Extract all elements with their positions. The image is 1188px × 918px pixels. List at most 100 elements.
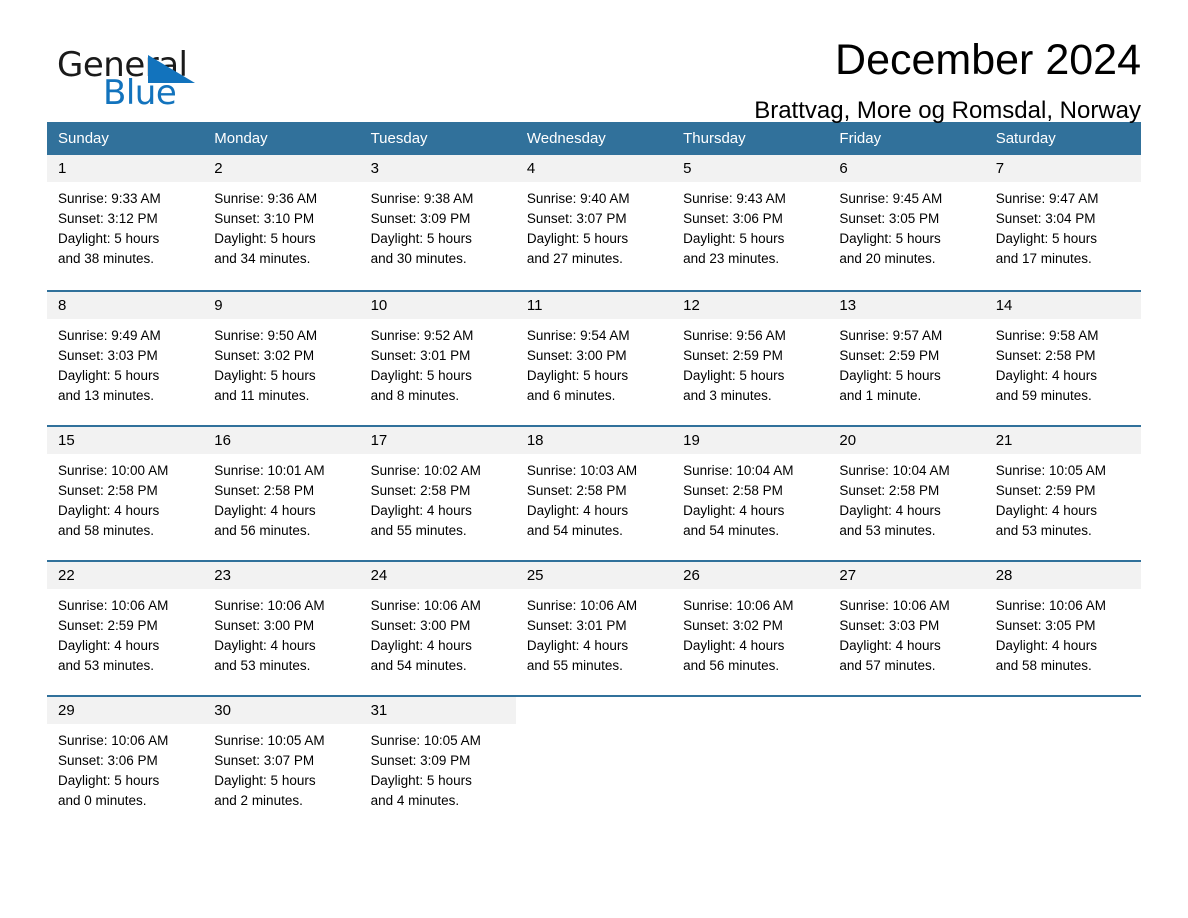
day-number: 1 <box>47 155 204 182</box>
day-number: 3 <box>359 155 516 182</box>
day-details: Sunrise: 9:57 AM Sunset: 2:59 PM Dayligh… <box>828 319 984 406</box>
weekday-header-friday: Friday <box>839 130 882 147</box>
daylight-text-line2: and 11 minutes. <box>214 388 310 403</box>
sunrise-text: Sunrise: 9:40 AM <box>526 191 630 206</box>
day-cell[interactable]: 26 Sunrise: 10:06 AM Sunset: 3:02 PM Day… <box>672 562 829 695</box>
day-cell[interactable]: 27 Sunrise: 10:06 AM Sunset: 3:03 PM Day… <box>828 562 985 695</box>
day-cell[interactable]: 24 Sunrise: 10:06 AM Sunset: 3:00 PM Day… <box>359 562 516 695</box>
sunset-text: Sunset: 2:58 PM <box>995 348 1096 363</box>
sunset-text: Sunset: 2:58 PM <box>526 483 627 498</box>
sunrise-text: Sunrise: 9:50 AM <box>214 328 318 343</box>
day-cell[interactable]: 3 Sunrise: 9:38 AM Sunset: 3:09 PM Dayli… <box>359 155 516 290</box>
day-details: Sunrise: 10:06 AM Sunset: 3:00 PM Daylig… <box>360 589 516 676</box>
day-details: Sunrise: 10:06 AM Sunset: 2:59 PM Daylig… <box>47 589 203 676</box>
day-cell[interactable]: 5 Sunrise: 9:43 AM Sunset: 3:06 PM Dayli… <box>672 155 829 290</box>
daylight-text-line2: and 1 minute. <box>839 388 922 403</box>
day-cell[interactable]: 8 Sunrise: 9:49 AM Sunset: 3:03 PM Dayli… <box>47 292 204 425</box>
daylight-text-line1: Daylight: 4 hours <box>995 368 1097 383</box>
daylight-text-line1: Daylight: 5 hours <box>995 231 1097 246</box>
week-row: 8 Sunrise: 9:49 AM Sunset: 3:03 PM Dayli… <box>47 290 1141 425</box>
sunrise-text: Sunrise: 10:05 AM <box>214 733 325 748</box>
daylight-text-line1: Daylight: 4 hours <box>995 638 1097 653</box>
daylight-text-line1: Daylight: 5 hours <box>214 231 316 246</box>
daylight-text-line2: and 38 minutes. <box>58 251 155 266</box>
day-cell[interactable]: 9 Sunrise: 9:50 AM Sunset: 3:02 PM Dayli… <box>203 292 360 425</box>
daylight-text-line2: and 0 minutes. <box>58 793 147 808</box>
day-cell[interactable]: 13 Sunrise: 9:57 AM Sunset: 2:59 PM Dayl… <box>828 292 985 425</box>
sunrise-text: Sunrise: 9:52 AM <box>370 328 474 343</box>
sunset-text: Sunset: 3:10 PM <box>214 211 315 226</box>
day-cell[interactable]: 17 Sunrise: 10:02 AM Sunset: 2:58 PM Day… <box>359 427 516 560</box>
day-cell[interactable]: 10 Sunrise: 9:52 AM Sunset: 3:01 PM Dayl… <box>359 292 516 425</box>
day-details: Sunrise: 9:50 AM Sunset: 3:02 PM Dayligh… <box>203 319 359 406</box>
day-number: 16 <box>203 427 360 454</box>
sunset-text: Sunset: 2:58 PM <box>839 483 940 498</box>
sunrise-text: Sunrise: 9:47 AM <box>995 191 1099 206</box>
day-cell[interactable]: 19 Sunrise: 10:04 AM Sunset: 2:58 PM Day… <box>672 427 829 560</box>
day-cell[interactable]: 1 Sunrise: 9:33 AM Sunset: 3:12 PM Dayli… <box>47 155 204 290</box>
daylight-text-line1: Daylight: 5 hours <box>58 773 160 788</box>
generalblue-logo[interactable]: General Blue <box>47 38 257 114</box>
day-number: 15 <box>47 427 204 454</box>
daylight-text-line2: and 4 minutes. <box>370 793 460 808</box>
daylight-text-line2: and 54 minutes. <box>683 523 780 538</box>
day-cell[interactable]: 4 Sunrise: 9:40 AM Sunset: 3:07 PM Dayli… <box>515 155 673 290</box>
daylight-text-line2: and 34 minutes. <box>214 251 311 266</box>
day-number: 4 <box>515 155 673 182</box>
sunrise-text: Sunrise: 9:33 AM <box>58 191 161 206</box>
day-details: Sunrise: 10:06 AM Sunset: 3:06 PM Daylig… <box>47 724 203 811</box>
day-number: 26 <box>672 562 829 589</box>
day-cell[interactable]: 14 Sunrise: 9:58 AM Sunset: 2:58 PM Dayl… <box>984 292 1141 425</box>
daylight-text-line1: Daylight: 5 hours <box>58 231 160 246</box>
day-number <box>984 697 1141 724</box>
daylight-text-line1: Daylight: 5 hours <box>683 231 785 246</box>
weekday-header-sunday: Sunday <box>58 130 109 147</box>
sunset-text: Sunset: 3:02 PM <box>683 618 783 633</box>
day-cell[interactable]: 15 Sunrise: 10:00 AM Sunset: 2:58 PM Day… <box>47 427 204 560</box>
daylight-text-line1: Daylight: 4 hours <box>526 638 629 653</box>
day-cell[interactable]: 30 Sunrise: 10:05 AM Sunset: 3:07 PM Day… <box>203 697 360 815</box>
week-row: 29 Sunrise: 10:06 AM Sunset: 3:06 PM Day… <box>47 695 1141 815</box>
day-number: 31 <box>359 697 516 724</box>
day-details: Sunrise: 9:38 AM Sunset: 3:09 PM Dayligh… <box>360 182 516 269</box>
day-cell-empty <box>984 697 1141 815</box>
day-cell[interactable]: 20 Sunrise: 10:04 AM Sunset: 2:58 PM Day… <box>828 427 985 560</box>
day-cell[interactable]: 23 Sunrise: 10:06 AM Sunset: 3:00 PM Day… <box>203 562 360 695</box>
day-cell[interactable]: 18 Sunrise: 10:03 AM Sunset: 2:58 PM Day… <box>515 427 673 560</box>
day-cell[interactable]: 6 Sunrise: 9:45 AM Sunset: 3:05 PM Dayli… <box>828 155 985 290</box>
day-number: 12 <box>672 292 829 319</box>
daylight-text-line2: and 6 minutes. <box>526 388 616 403</box>
day-details: Sunrise: 10:04 AM Sunset: 2:58 PM Daylig… <box>828 454 984 541</box>
day-cell[interactable]: 25 Sunrise: 10:06 AM Sunset: 3:01 PM Day… <box>515 562 673 695</box>
sunset-text: Sunset: 2:58 PM <box>370 483 471 498</box>
sunset-text: Sunset: 3:00 PM <box>370 618 471 633</box>
sunrise-text: Sunrise: 10:06 AM <box>526 598 638 613</box>
day-cell[interactable]: 16 Sunrise: 10:01 AM Sunset: 2:58 PM Day… <box>203 427 360 560</box>
sunrise-text: Sunrise: 10:06 AM <box>370 598 481 613</box>
sunrise-text: Sunrise: 9:43 AM <box>683 191 786 206</box>
day-cell[interactable]: 28 Sunrise: 10:06 AM Sunset: 3:05 PM Day… <box>984 562 1141 695</box>
day-details: Sunrise: 10:05 AM Sunset: 2:59 PM Daylig… <box>985 454 1141 541</box>
day-cell[interactable]: 12 Sunrise: 9:56 AM Sunset: 2:59 PM Dayl… <box>672 292 829 425</box>
sunrise-text: Sunrise: 10:06 AM <box>58 733 169 748</box>
sunset-text: Sunset: 2:58 PM <box>214 483 315 498</box>
daylight-text-line2: and 23 minutes. <box>683 251 780 266</box>
day-cell[interactable]: 31 Sunrise: 10:05 AM Sunset: 3:09 PM Day… <box>359 697 516 815</box>
sunrise-text: Sunrise: 9:45 AM <box>839 191 943 206</box>
day-cell[interactable]: 21 Sunrise: 10:05 AM Sunset: 2:59 PM Day… <box>984 427 1141 560</box>
day-cell[interactable]: 2 Sunrise: 9:36 AM Sunset: 3:10 PM Dayli… <box>203 155 360 290</box>
day-number: 22 <box>47 562 204 589</box>
day-cell[interactable]: 29 Sunrise: 10:06 AM Sunset: 3:06 PM Day… <box>47 697 204 815</box>
day-details: Sunrise: 10:04 AM Sunset: 2:58 PM Daylig… <box>672 454 828 541</box>
daylight-text-line1: Daylight: 5 hours <box>370 368 472 383</box>
day-cell[interactable]: 7 Sunrise: 9:47 AM Sunset: 3:04 PM Dayli… <box>984 155 1141 290</box>
day-cell[interactable]: 22 Sunrise: 10:06 AM Sunset: 2:59 PM Day… <box>47 562 204 695</box>
sunset-text: Sunset: 2:59 PM <box>58 618 158 633</box>
sunrise-text: Sunrise: 10:05 AM <box>995 463 1107 478</box>
daylight-text-line1: Daylight: 4 hours <box>526 503 629 518</box>
sunrise-text: Sunrise: 9:36 AM <box>214 191 318 206</box>
sunrise-text: Sunrise: 10:04 AM <box>683 463 794 478</box>
day-cell[interactable]: 11 Sunrise: 9:54 AM Sunset: 3:00 PM Dayl… <box>515 292 673 425</box>
day-number: 28 <box>984 562 1141 589</box>
sunset-text: Sunset: 3:05 PM <box>995 618 1096 633</box>
